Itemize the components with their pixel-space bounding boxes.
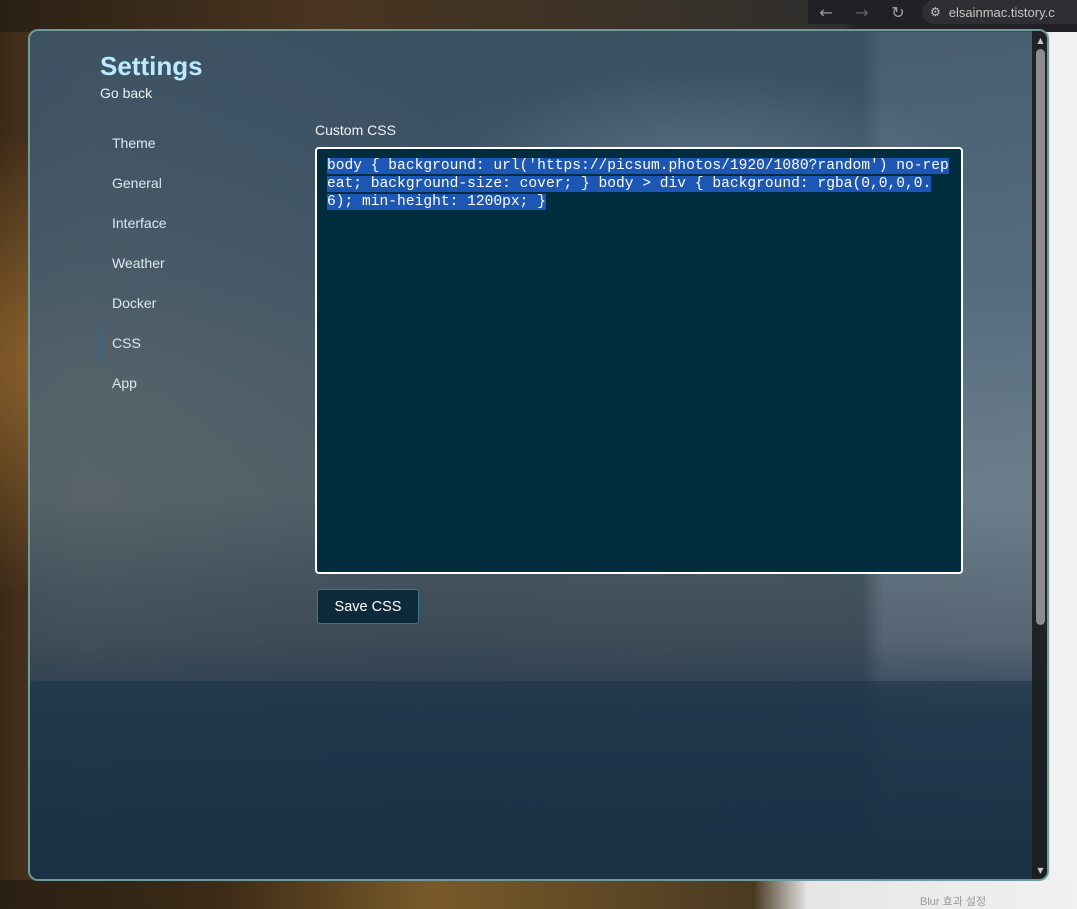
sidebar-item-general[interactable]: General: [99, 163, 260, 203]
reload-icon[interactable]: ↻: [880, 0, 916, 24]
address-bar[interactable]: ⚙ elsainmac.tistory.c: [922, 0, 1077, 24]
modal-backdrop-sea: [30, 681, 1047, 879]
back-icon[interactable]: ←: [808, 0, 844, 24]
save-css-button[interactable]: Save CSS: [317, 589, 419, 624]
scrollbar-thumb[interactable]: [1036, 49, 1045, 625]
scroll-down-icon[interactable]: ▼: [1032, 863, 1047, 877]
go-back-link[interactable]: Go back: [100, 85, 152, 101]
browser-toolbar: ← → ↻ ⚙ elsainmac.tistory.c: [808, 0, 1077, 24]
scroll-up-icon[interactable]: ▲: [1032, 33, 1047, 47]
sidebar-item-interface[interactable]: Interface: [99, 203, 260, 243]
custom-css-label: Custom CSS: [315, 122, 396, 138]
page-title: Settings: [100, 51, 203, 81]
custom-css-textarea[interactable]: body { background: url('https://picsum.p…: [315, 147, 963, 574]
url-text: elsainmac.tistory.c: [948, 4, 1055, 20]
css-code-selection: body { background: url('https://picsum.p…: [327, 158, 949, 210]
sidebar-item-theme[interactable]: Theme: [99, 123, 260, 163]
forward-icon[interactable]: →: [844, 0, 880, 24]
settings-sidebar: Theme General Interface Weather Docker C…: [99, 123, 260, 403]
site-info-icon[interactable]: ⚙: [930, 5, 941, 19]
background-footer-text: Blur 효과 설정: [920, 896, 987, 908]
css-code-text: body { background: url('https://picsum.p…: [327, 157, 951, 211]
sidebar-item-docker[interactable]: Docker: [99, 283, 260, 323]
sidebar-item-app[interactable]: App: [99, 363, 260, 403]
settings-modal: Settings Go back Theme General Interface…: [28, 29, 1049, 881]
background-bottom: [0, 880, 1077, 909]
vertical-scrollbar[interactable]: ▲ ▼: [1032, 31, 1047, 879]
background-page: [1050, 32, 1077, 909]
sidebar-item-css[interactable]: CSS: [99, 323, 260, 363]
sidebar-item-weather[interactable]: Weather: [99, 243, 260, 283]
